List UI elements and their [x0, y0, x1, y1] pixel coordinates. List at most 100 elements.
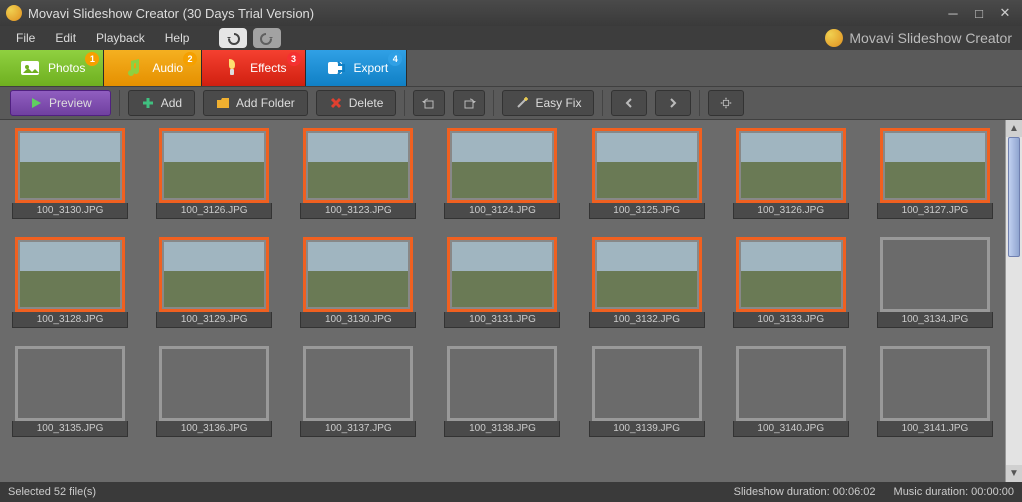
thumbnail-label: 100_3128.JPG [12, 312, 128, 328]
thumbnail-image-content [20, 242, 120, 307]
thumbnail-label: 100_3139.JPG [589, 421, 705, 437]
scroll-track[interactable] [1006, 137, 1022, 465]
maximize-button[interactable]: □ [968, 4, 990, 22]
thumbnail-image[interactable] [303, 237, 413, 312]
thumbnail-label: 100_3130.JPG [12, 203, 128, 219]
add-icon [141, 96, 155, 110]
thumbnail-item[interactable]: 100_3130.JPG [298, 237, 418, 328]
add-folder-button[interactable]: Add Folder [203, 90, 308, 116]
thumbnail-image-content [452, 133, 552, 198]
thumbnail-item[interactable]: 100_3141.JPG [875, 346, 995, 437]
tab-export[interactable]: Export 4 [306, 50, 408, 86]
close-button[interactable]: ✕ [994, 4, 1016, 22]
thumbnail-item[interactable]: 100_3129.JPG [154, 237, 274, 328]
thumbnail-image[interactable] [447, 346, 557, 421]
thumbnail-item[interactable]: 100_3125.JPG [587, 128, 707, 219]
rotate-left-button[interactable] [413, 90, 445, 116]
thumbnail-item[interactable]: 100_3134.JPG [875, 237, 995, 328]
export-icon [324, 56, 348, 80]
thumbnail-image[interactable] [303, 128, 413, 203]
rotate-right-icon [462, 96, 476, 110]
scroll-up-arrow[interactable]: ▲ [1006, 120, 1022, 137]
status-music-duration: Music duration: 00:00:00 [894, 486, 1014, 498]
thumbnail-item[interactable]: 100_3139.JPG [587, 346, 707, 437]
thumbnail-item[interactable]: 100_3135.JPG [10, 346, 130, 437]
thumbnail-image[interactable] [880, 128, 990, 203]
thumbnail-image[interactable] [303, 346, 413, 421]
next-button[interactable] [655, 90, 691, 116]
thumbnail-item[interactable]: 100_3140.JPG [731, 346, 851, 437]
easy-fix-label: Easy Fix [535, 96, 581, 110]
thumbnail-item[interactable]: 100_3126.JPG [731, 128, 851, 219]
prev-button[interactable] [611, 90, 647, 116]
thumbnail-item[interactable]: 100_3127.JPG [875, 128, 995, 219]
thumbnail-item[interactable]: 100_3137.JPG [298, 346, 418, 437]
tab-effects[interactable]: Effects 3 [202, 50, 305, 86]
vertical-scrollbar[interactable]: ▲ ▼ [1005, 120, 1022, 482]
preview-button[interactable]: Preview [10, 90, 111, 116]
delete-icon [329, 96, 343, 110]
tab-effects-badge: 3 [287, 52, 301, 66]
redo-button[interactable] [253, 28, 281, 48]
tabs: Photos 1 Audio 2 Effects 3 Export 4 [0, 50, 1022, 86]
menu-playback[interactable]: Playback [86, 28, 155, 48]
effects-icon [220, 56, 244, 80]
rotate-right-button[interactable] [453, 90, 485, 116]
thumbnail-item[interactable]: 100_3131.JPG [442, 237, 562, 328]
tab-export-label: Export [354, 61, 389, 75]
thumbnail-image-content [741, 133, 841, 198]
delete-button[interactable]: Delete [316, 90, 397, 116]
menu-edit[interactable]: Edit [45, 28, 86, 48]
tab-audio[interactable]: Audio 2 [104, 50, 202, 86]
thumbnail-label: 100_3127.JPG [877, 203, 993, 219]
thumbnail-image-content [20, 133, 120, 198]
fit-screen-button[interactable] [708, 90, 744, 116]
scroll-handle[interactable] [1008, 137, 1020, 257]
thumbnail-image[interactable] [159, 128, 269, 203]
toolbar-separator [119, 90, 120, 116]
thumbnail-image[interactable] [159, 237, 269, 312]
thumbnail-image-content [164, 133, 264, 198]
undo-button[interactable] [219, 28, 247, 48]
thumbnail-image[interactable] [880, 346, 990, 421]
thumbnail-label: 100_3125.JPG [589, 203, 705, 219]
thumbnail-image[interactable] [447, 128, 557, 203]
thumbnail-grid: 100_3130.JPG 100_3126.JPG 100_3123.JPG 100_… [10, 128, 995, 437]
thumbnail-item[interactable]: 100_3123.JPG [298, 128, 418, 219]
delete-label: Delete [349, 96, 384, 110]
preview-label: Preview [49, 96, 92, 110]
thumbnail-image[interactable] [592, 346, 702, 421]
thumbnail-item[interactable]: 100_3128.JPG [10, 237, 130, 328]
thumbnail-image[interactable] [736, 128, 846, 203]
minimize-button[interactable]: ─ [942, 4, 964, 22]
menu-help[interactable]: Help [155, 28, 200, 48]
thumbnail-image[interactable] [880, 237, 990, 312]
thumbnail-item[interactable]: 100_3124.JPG [442, 128, 562, 219]
thumbnail-image[interactable] [736, 346, 846, 421]
thumbnail-image[interactable] [736, 237, 846, 312]
thumbnail-image[interactable] [447, 237, 557, 312]
photos-icon [18, 56, 42, 80]
thumbnail-item[interactable]: 100_3132.JPG [587, 237, 707, 328]
add-button[interactable]: Add [128, 90, 195, 116]
app-icon [6, 5, 22, 21]
thumbnail-image-content [597, 133, 697, 198]
tab-photos[interactable]: Photos 1 [0, 50, 104, 86]
thumbnail-image[interactable] [159, 346, 269, 421]
thumbnail-item[interactable]: 100_3130.JPG [10, 128, 130, 219]
scroll-down-arrow[interactable]: ▼ [1006, 465, 1022, 482]
thumbnail-item[interactable]: 100_3126.JPG [154, 128, 274, 219]
thumbnail-image[interactable] [592, 237, 702, 312]
thumbnail-image[interactable] [15, 128, 125, 203]
tab-photos-label: Photos [48, 61, 85, 75]
thumbnail-item[interactable]: 100_3136.JPG [154, 346, 274, 437]
menu-file[interactable]: File [6, 28, 45, 48]
thumbnail-image[interactable] [592, 128, 702, 203]
thumbnail-item[interactable]: 100_3138.JPG [442, 346, 562, 437]
thumbnail-image[interactable] [15, 237, 125, 312]
toolbar-separator [404, 90, 405, 116]
thumbnail-label: 100_3135.JPG [12, 421, 128, 437]
thumbnail-item[interactable]: 100_3133.JPG [731, 237, 851, 328]
easy-fix-button[interactable]: Easy Fix [502, 90, 594, 116]
thumbnail-image[interactable] [15, 346, 125, 421]
